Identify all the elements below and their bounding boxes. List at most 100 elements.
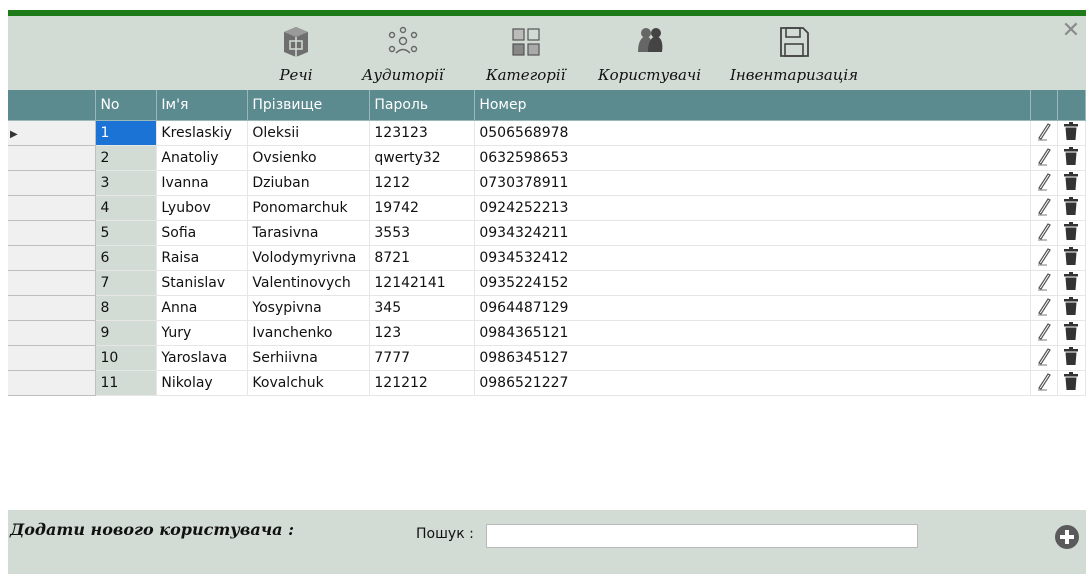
cell-password[interactable]: 123123 bbox=[369, 120, 476, 146]
cell-no[interactable]: 1 bbox=[95, 120, 158, 146]
cell-no[interactable]: 8 bbox=[95, 295, 158, 321]
edit-button[interactable] bbox=[1030, 345, 1058, 371]
delete-button[interactable] bbox=[1057, 120, 1086, 146]
toolbar-item-users[interactable]: Користувачі bbox=[598, 22, 701, 84]
edit-button[interactable] bbox=[1030, 295, 1058, 321]
row-selector[interactable] bbox=[8, 320, 97, 346]
cell-number[interactable]: 0986345127 bbox=[474, 345, 1031, 371]
cell-name[interactable]: Sofia bbox=[156, 220, 249, 246]
cell-no[interactable]: 11 bbox=[95, 370, 158, 396]
row-selector[interactable]: ▶ bbox=[8, 120, 97, 146]
cell-surname[interactable]: Serhiivna bbox=[247, 345, 371, 371]
cell-name[interactable]: Yury bbox=[156, 320, 249, 346]
cell-number[interactable]: 0632598653 bbox=[474, 145, 1031, 171]
cell-number[interactable]: 0730378911 bbox=[474, 170, 1031, 196]
table-row[interactable]: 4 Lyubov Ponomarchuk 19742 0924252213 bbox=[8, 195, 1086, 221]
delete-button[interactable] bbox=[1057, 370, 1086, 396]
cell-surname[interactable]: Yosypivna bbox=[247, 295, 371, 321]
delete-button[interactable] bbox=[1057, 145, 1086, 171]
delete-button[interactable] bbox=[1057, 170, 1086, 196]
cell-password[interactable]: 12142141 bbox=[369, 270, 476, 296]
cell-no[interactable]: 7 bbox=[95, 270, 158, 296]
cell-name[interactable]: Kreslaskiy bbox=[156, 120, 249, 146]
search-input[interactable] bbox=[486, 524, 918, 548]
cell-number[interactable]: 0934532412 bbox=[474, 245, 1031, 271]
cell-password[interactable]: 121212 bbox=[369, 370, 476, 396]
delete-button[interactable] bbox=[1057, 220, 1086, 246]
close-button[interactable]: ✕ bbox=[1060, 20, 1082, 42]
cell-no[interactable]: 2 bbox=[95, 145, 158, 171]
table-row[interactable]: 7 Stanislav Valentinovych 12142141 093522415… bbox=[8, 270, 1086, 296]
row-selector[interactable] bbox=[8, 295, 97, 321]
column-header-surname[interactable]: Прізвище bbox=[247, 90, 371, 121]
cell-password[interactable]: 7777 bbox=[369, 345, 476, 371]
edit-button[interactable] bbox=[1030, 270, 1058, 296]
cell-number[interactable]: 0924252213 bbox=[474, 195, 1031, 221]
cell-name[interactable]: Nikolay bbox=[156, 370, 249, 396]
delete-button[interactable] bbox=[1057, 345, 1086, 371]
table-row[interactable]: 11 Nikolay Kovalchuk 121212 0986521227 bbox=[8, 370, 1086, 396]
edit-button[interactable] bbox=[1030, 170, 1058, 196]
cell-password[interactable]: qwerty32 bbox=[369, 145, 476, 171]
delete-button[interactable] bbox=[1057, 245, 1086, 271]
delete-button[interactable] bbox=[1057, 195, 1086, 221]
table-row[interactable]: 8 Anna Yosypivna 345 0964487129 bbox=[8, 295, 1086, 321]
cell-surname[interactable]: Volodymyrivna bbox=[247, 245, 371, 271]
table-row[interactable]: 6 Raisa Volodymyrivna 8721 0934532412 bbox=[8, 245, 1086, 271]
delete-button[interactable] bbox=[1057, 270, 1086, 296]
cell-password[interactable]: 1212 bbox=[369, 170, 476, 196]
cell-number[interactable]: 0964487129 bbox=[474, 295, 1031, 321]
cell-name[interactable]: Lyubov bbox=[156, 195, 249, 221]
column-header-no[interactable]: No bbox=[95, 90, 158, 121]
cell-name[interactable]: Raisa bbox=[156, 245, 249, 271]
cell-surname[interactable]: Tarasivna bbox=[247, 220, 371, 246]
cell-number[interactable]: 0506568978 bbox=[474, 120, 1031, 146]
cell-password[interactable]: 8721 bbox=[369, 245, 476, 271]
cell-surname[interactable]: Oleksii bbox=[247, 120, 371, 146]
edit-button[interactable] bbox=[1030, 195, 1058, 221]
cell-name[interactable]: Anna bbox=[156, 295, 249, 321]
cell-surname[interactable]: Ovsienko bbox=[247, 145, 371, 171]
cell-number[interactable]: 0986521227 bbox=[474, 370, 1031, 396]
table-row[interactable]: 10 Yaroslava Serhiivna 7777 0986345127 bbox=[8, 345, 1086, 371]
cell-password[interactable]: 19742 bbox=[369, 195, 476, 221]
cell-number[interactable]: 0984365121 bbox=[474, 320, 1031, 346]
row-selector[interactable] bbox=[8, 270, 97, 296]
cell-number[interactable]: 0934324211 bbox=[474, 220, 1031, 246]
cell-no[interactable]: 4 bbox=[95, 195, 158, 221]
cell-surname[interactable]: Ponomarchuk bbox=[247, 195, 371, 221]
add-user-button[interactable] bbox=[1054, 524, 1080, 550]
row-selector[interactable] bbox=[8, 220, 97, 246]
column-header-number[interactable]: Номер bbox=[474, 90, 1031, 121]
row-selector[interactable] bbox=[8, 170, 97, 196]
edit-button[interactable] bbox=[1030, 245, 1058, 271]
delete-button[interactable] bbox=[1057, 320, 1086, 346]
table-row[interactable]: 9 Yury Ivanchenko 123 0984365121 bbox=[8, 320, 1086, 346]
cell-surname[interactable]: Dziuban bbox=[247, 170, 371, 196]
cell-no[interactable]: 3 bbox=[95, 170, 158, 196]
table-row[interactable]: 5 Sofia Tarasivna 3553 0934324211 bbox=[8, 220, 1086, 246]
cell-number[interactable]: 0935224152 bbox=[474, 270, 1031, 296]
cell-name[interactable]: Ivanna bbox=[156, 170, 249, 196]
cell-password[interactable]: 3553 bbox=[369, 220, 476, 246]
column-header-name[interactable]: Ім'я bbox=[156, 90, 249, 121]
cell-surname[interactable]: Kovalchuk bbox=[247, 370, 371, 396]
table-row[interactable]: 2 Anatoliy Ovsienko qwerty32 0632598653 bbox=[8, 145, 1086, 171]
edit-button[interactable] bbox=[1030, 145, 1058, 171]
row-selector[interactable] bbox=[8, 195, 97, 221]
toolbar-item-auditoriums[interactable]: Аудиторії bbox=[362, 22, 444, 84]
cell-name[interactable]: Stanislav bbox=[156, 270, 249, 296]
edit-button[interactable] bbox=[1030, 320, 1058, 346]
toolbar-item-categories[interactable]: Категорії bbox=[486, 22, 565, 84]
toolbar-item-inventory[interactable]: Інвентаризація bbox=[730, 22, 858, 84]
table-row[interactable]: ▶ 1 Kreslaskiy Oleksii 123123 0506568978 bbox=[8, 120, 1086, 146]
cell-name[interactable]: Anatoliy bbox=[156, 145, 249, 171]
cell-password[interactable]: 345 bbox=[369, 295, 476, 321]
row-selector[interactable] bbox=[8, 370, 97, 396]
table-row[interactable]: 3 Ivanna Dziuban 1212 0730378911 bbox=[8, 170, 1086, 196]
cell-password[interactable]: 123 bbox=[369, 320, 476, 346]
row-selector[interactable] bbox=[8, 245, 97, 271]
delete-button[interactable] bbox=[1057, 295, 1086, 321]
row-selector[interactable] bbox=[8, 145, 97, 171]
cell-no[interactable]: 6 bbox=[95, 245, 158, 271]
